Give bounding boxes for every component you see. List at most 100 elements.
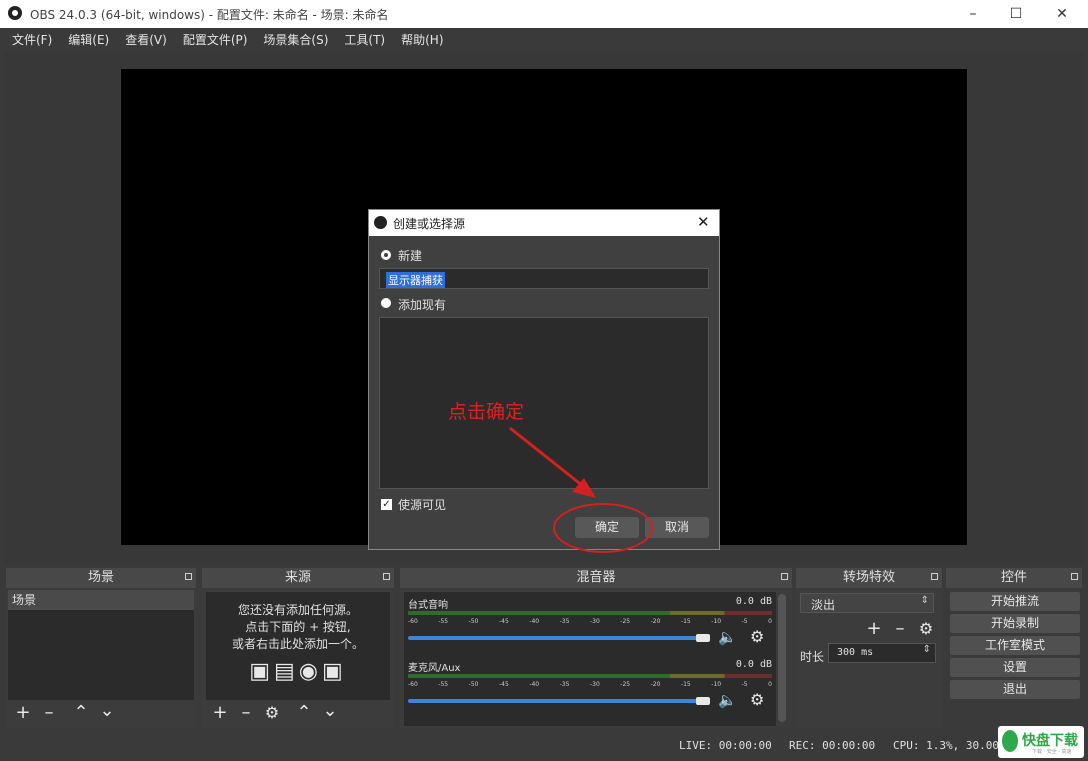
audio-meter <box>408 611 772 615</box>
sources-list[interactable]: 您还没有添加任何源。 点击下面的 + 按钮, 或者右击此处添加一个。 ▣▤◉▣ <box>206 592 390 700</box>
remove-scene-button[interactable]: – <box>39 704 59 722</box>
track-name: 台式音响 <box>408 600 448 611</box>
transition-gear-icon[interactable]: ⚙ <box>916 620 936 638</box>
radio-new[interactable] <box>381 250 391 260</box>
visible-checkbox[interactable]: ✓ <box>381 499 392 510</box>
add-transition-button[interactable]: + <box>864 620 884 638</box>
annotation-circle <box>553 503 653 553</box>
sources-dock: 您还没有添加任何源。 点击下面的 + 按钮, 或者右击此处添加一个。 ▣▤◉▣ … <box>202 590 394 728</box>
monitor-icon: ▤ <box>274 659 299 684</box>
mixer-tracks: 台式音响 0.0 dB -60 -55 -50 -45 -40 -35 -30 -25 -20-… <box>404 592 776 726</box>
menu-edit[interactable]: 编辑(E) <box>60 28 117 48</box>
volume-handle[interactable] <box>696 634 710 642</box>
duration-label: 时长 <box>800 650 825 664</box>
mixer-scrollbar[interactable] <box>778 594 786 722</box>
audio-meter <box>408 674 772 678</box>
remove-source-button[interactable]: – <box>236 704 256 722</box>
chevron-updown-icon: ⇕ <box>920 595 929 606</box>
move-up-button[interactable]: ⌃ <box>71 704 91 722</box>
radio-existing[interactable] <box>381 298 391 308</box>
sources-empty-line2: 点击下面的 + 按钮, <box>245 620 351 634</box>
sources-empty-line3: 或者右击此处添加一个。 <box>231 637 364 651</box>
duration-spinbox[interactable]: 300 ms ⇕ <box>828 643 936 663</box>
minimize-button[interactable]: – <box>950 0 996 28</box>
cancel-button[interactable]: 取消 <box>645 517 709 538</box>
scenes-list[interactable]: 场景 <box>8 590 194 700</box>
float-icon[interactable] <box>1071 573 1078 580</box>
controls-dock-title: 控件 <box>946 568 1082 588</box>
float-icon[interactable] <box>383 573 390 580</box>
gear-icon[interactable]: ⚙ <box>750 690 764 709</box>
menu-profile[interactable]: 配置文件(P) <box>175 28 256 48</box>
obs-logo-icon <box>8 6 22 20</box>
menu-bar: 文件(F) 编辑(E) 查看(V) 配置文件(P) 场景集合(S) 工具(T) 帮助(H) <box>4 28 1084 50</box>
transitions-title: 转场特效 <box>842 570 895 585</box>
speaker-icon[interactable]: 🔈 <box>718 628 737 646</box>
rec-status: REC: 00:00:00 <box>789 739 876 752</box>
add-scene-button[interactable]: + <box>13 704 33 722</box>
move-down-button[interactable]: ⌄ <box>320 702 340 720</box>
mixer-dock-title: 混音器 <box>400 568 792 588</box>
volume-slider[interactable] <box>408 636 704 640</box>
studio-mode-button[interactable]: 工作室模式 <box>950 636 1080 655</box>
spin-arrows-icon[interactable]: ⇕ <box>923 644 931 655</box>
start-recording-button[interactable]: 开始录制 <box>950 614 1080 633</box>
scenes-dock-title: 场景 <box>6 568 196 588</box>
move-up-button[interactable]: ⌃ <box>294 704 314 722</box>
dialog-titlebar: 创建或选择源 ✕ <box>369 210 719 236</box>
volume-handle[interactable] <box>696 697 710 705</box>
visible-label: 使源可见 <box>398 498 447 512</box>
scenes-dock: 场景 + – ⌃ ⌄ <box>6 590 196 728</box>
scenes-title: 场景 <box>87 570 114 585</box>
mixer-dock: 台式音响 0.0 dB -60 -55 -50 -45 -40 -35 -30 -25 -20-… <box>400 590 792 728</box>
duration-value: 300 ms <box>837 647 874 658</box>
watermark-text: 快盘下载 <box>1022 733 1078 749</box>
track-db: 0.0 dB <box>735 659 772 670</box>
settings-button[interactable]: 设置 <box>950 658 1080 677</box>
move-down-button[interactable]: ⌄ <box>97 702 117 720</box>
window-title: OBS 24.0.3 (64-bit, windows) - 配置文件: 未命名… <box>30 8 389 22</box>
transition-selected: 淡出 <box>811 598 836 612</box>
transition-select[interactable]: 淡出 ⇕ <box>800 593 934 613</box>
remove-transition-button[interactable]: – <box>890 620 910 638</box>
dialog-close-icon[interactable]: ✕ <box>697 213 710 231</box>
track-name: 麦克风/Aux <box>408 663 461 674</box>
close-button[interactable]: ✕ <box>1039 0 1085 28</box>
sources-dock-title: 来源 <box>202 568 394 588</box>
speaker-icon[interactable]: 🔈 <box>718 691 737 709</box>
leaf-icon <box>1002 730 1018 752</box>
source-name-value: 显示器捕获 <box>386 272 445 288</box>
sources-title: 来源 <box>284 570 311 585</box>
obs-logo-icon <box>374 216 387 229</box>
maximize-button[interactable]: ☐ <box>993 0 1039 28</box>
sources-empty-line1: 您还没有添加任何源。 <box>237 603 358 617</box>
menu-tools[interactable]: 工具(T) <box>336 28 393 48</box>
watermark-sub: 下载 · 安全 · 高速 <box>1032 749 1072 755</box>
menu-view[interactable]: 查看(V) <box>117 28 175 48</box>
list-item[interactable]: 场景 <box>8 590 194 610</box>
source-properties-gear-icon[interactable]: ⚙ <box>262 704 282 722</box>
status-bar: LIVE: 00:00:00 REC: 00:00:00 CPU: 1.3%, … <box>4 734 1084 756</box>
menu-scene-collection[interactable]: 场景集合(S) <box>255 28 336 48</box>
source-type-icons: ▣▤◉▣ <box>206 659 390 684</box>
start-streaming-button[interactable]: 开始推流 <box>950 592 1080 611</box>
menu-help[interactable]: 帮助(H) <box>393 28 451 48</box>
camera-icon: ▣ <box>322 659 347 684</box>
globe-icon: ◉ <box>298 659 322 684</box>
menu-file[interactable]: 文件(F) <box>4 28 60 48</box>
meter-ticks: -60 -55 -50 -45 -40 -35 -30 -25 -20 -15 -10 -5 0 <box>408 618 772 625</box>
float-icon[interactable] <box>781 573 788 580</box>
float-icon[interactable] <box>185 573 192 580</box>
radio-new-label: 新建 <box>398 249 423 263</box>
live-status: LIVE: 00:00:00 <box>679 739 772 752</box>
float-icon[interactable] <box>931 573 938 580</box>
add-source-button[interactable]: + <box>210 704 230 722</box>
exit-button[interactable]: 退出 <box>950 680 1080 699</box>
source-name-input[interactable]: 显示器捕获 <box>379 268 709 289</box>
watermark-logo: 快盘下载 下载 · 安全 · 高速 <box>998 726 1084 758</box>
gear-icon[interactable]: ⚙ <box>750 627 764 646</box>
mixer-title: 混音器 <box>576 570 616 585</box>
volume-slider[interactable] <box>408 699 704 703</box>
transitions-dock: 淡出 ⇕ + – ⚙ 时长 300 ms ⇕ <box>796 590 942 728</box>
image-icon: ▣ <box>249 659 274 684</box>
